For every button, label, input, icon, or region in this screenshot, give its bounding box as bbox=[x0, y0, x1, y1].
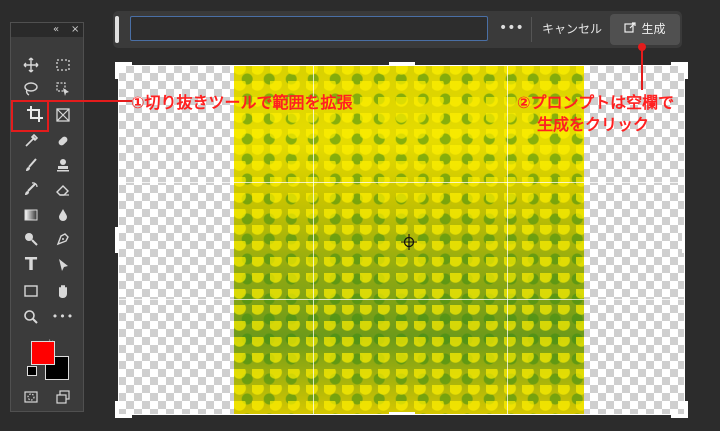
crop-tool-highlight bbox=[11, 100, 49, 132]
marquee-icon[interactable] bbox=[51, 55, 75, 75]
cancel-button[interactable]: キャンセル bbox=[537, 16, 607, 43]
hand-icon[interactable] bbox=[51, 281, 75, 301]
pen-icon[interactable] bbox=[51, 229, 75, 249]
dodge-icon[interactable] bbox=[19, 229, 43, 249]
move-icon[interactable] bbox=[19, 55, 43, 75]
generative-expand-bar: ••• キャンセル 生成 bbox=[113, 11, 682, 48]
path-select-icon[interactable] bbox=[51, 255, 75, 275]
screen-mode-icon[interactable] bbox=[51, 387, 75, 407]
crop-handle-right[interactable] bbox=[682, 227, 685, 253]
foreground-color-swatch[interactable] bbox=[31, 341, 55, 365]
close-icon[interactable]: × bbox=[71, 23, 79, 37]
default-colors-icon[interactable] bbox=[27, 366, 37, 376]
generate-icon bbox=[624, 22, 637, 33]
type-icon[interactable]: T bbox=[19, 255, 43, 275]
lasso-icon[interactable] bbox=[19, 79, 43, 99]
blur-icon[interactable] bbox=[51, 205, 75, 225]
gradient-icon[interactable] bbox=[19, 205, 43, 225]
crop-handle-top-left[interactable] bbox=[115, 62, 132, 79]
prompt-input[interactable] bbox=[130, 16, 488, 41]
divider bbox=[531, 17, 532, 42]
frame-icon[interactable] bbox=[51, 105, 75, 125]
eraser-icon[interactable] bbox=[51, 179, 75, 199]
tools-panel: « × T ••• bbox=[10, 22, 84, 412]
callout-step2-line2: 生成をクリック bbox=[537, 115, 650, 134]
crop-handle-top[interactable] bbox=[389, 62, 415, 65]
crop-handle-left[interactable] bbox=[115, 227, 118, 253]
object-select-icon[interactable] bbox=[51, 79, 75, 99]
tools-panel-header: « × bbox=[11, 23, 83, 37]
callout-step2: ②プロンプトは空欄で 生成をクリック bbox=[517, 92, 707, 136]
stamp-icon[interactable] bbox=[51, 155, 75, 175]
crop-handle-bottom-right[interactable] bbox=[671, 401, 688, 418]
brush-icon[interactable] bbox=[19, 155, 43, 175]
crop-handle-bottom[interactable] bbox=[389, 412, 415, 415]
zoom-icon[interactable] bbox=[19, 307, 43, 327]
callout-step1: ①切り抜きツールで範囲を拡張 bbox=[131, 93, 353, 112]
crop-center-icon[interactable] bbox=[400, 233, 418, 251]
generate-button[interactable]: 生成 bbox=[610, 14, 680, 45]
crop-handle-bottom-left[interactable] bbox=[115, 401, 132, 418]
eyedropper-icon[interactable] bbox=[19, 131, 43, 151]
drag-handle[interactable] bbox=[115, 16, 119, 43]
generate-label: 生成 bbox=[641, 22, 666, 36]
crop-handle-top-right[interactable] bbox=[671, 62, 688, 79]
more-options-button[interactable]: ••• bbox=[499, 16, 524, 43]
healing-icon[interactable] bbox=[51, 131, 75, 151]
callout-line bbox=[48, 100, 132, 102]
rectangle-icon[interactable] bbox=[19, 281, 43, 301]
collapse-icon[interactable]: « bbox=[53, 23, 59, 37]
history-brush-icon[interactable] bbox=[19, 179, 43, 199]
callout-step2-line1: ②プロンプトは空欄で bbox=[517, 93, 675, 112]
ellipsis-icon[interactable]: ••• bbox=[51, 307, 75, 327]
quick-mask-icon[interactable] bbox=[19, 387, 43, 407]
callout-line bbox=[641, 50, 643, 90]
